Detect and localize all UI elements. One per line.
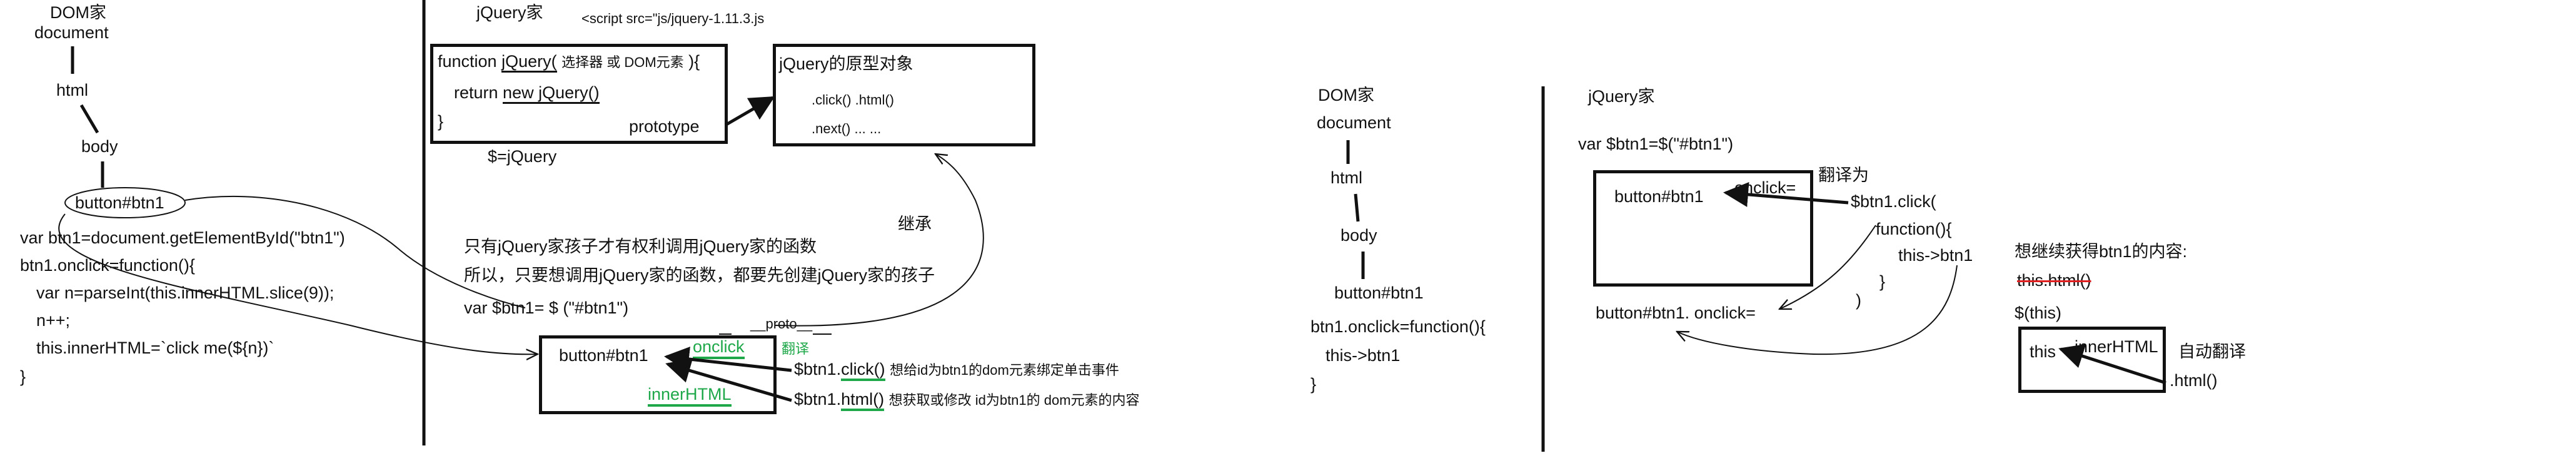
auto-translate-arrow	[2058, 343, 2166, 385]
prototype-arrow	[724, 96, 775, 127]
inherit-curve	[775, 154, 984, 327]
button-ellipse	[64, 187, 186, 218]
tree-edge-html-body	[79, 104, 99, 134]
whiteboard-canvas: DOM家 document html body button#btn1 var …	[0, 0, 2576, 468]
right-this-curve	[1677, 265, 1958, 355]
curve-button-to-child	[58, 213, 538, 354]
ink-strokes	[58, 0, 2166, 452]
right-tree-edge-2	[1354, 193, 1360, 222]
right-function-curve	[1779, 225, 1876, 309]
curve-ellipse-to-var	[184, 195, 526, 308]
right-translate-arrow	[1723, 181, 1849, 207]
